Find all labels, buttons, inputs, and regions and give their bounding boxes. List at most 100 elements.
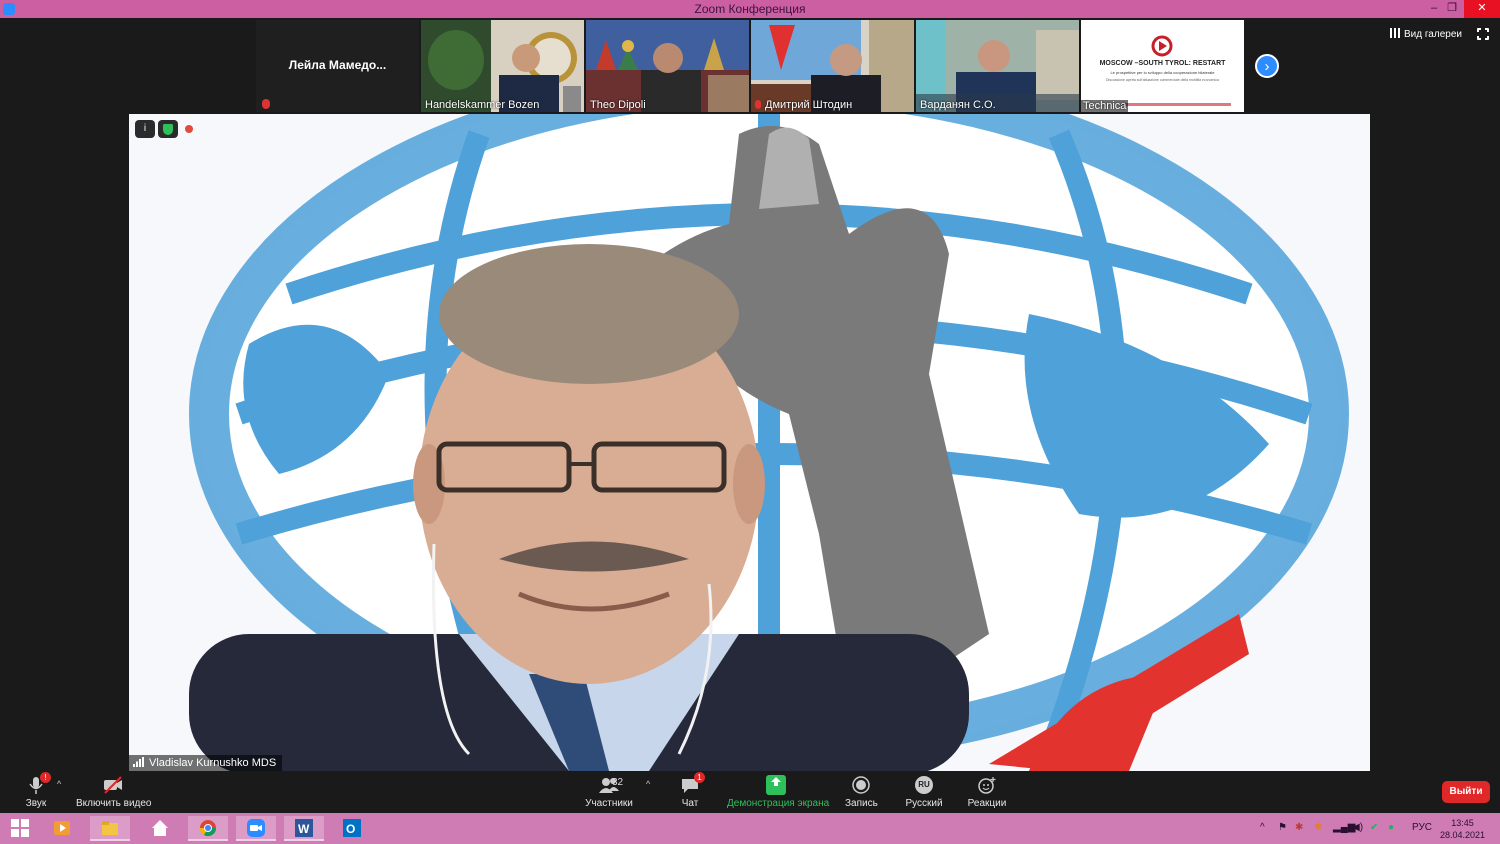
speaker-video-frame <box>189 114 1349 771</box>
share-screen-icon <box>766 775 786 795</box>
clock-time: 13:45 <box>1451 818 1474 828</box>
window-title: Zoom Конференция <box>694 2 806 16</box>
tray-expand-icon[interactable]: ^ <box>1260 822 1265 833</box>
chat-label: Чат <box>681 798 699 809</box>
share-screen-button[interactable]: Демонстрация экрана <box>727 775 829 809</box>
speaker-name-label: Vladislav Kurnushko MDS <box>129 755 283 771</box>
update-icon[interactable]: ✱ <box>1314 822 1322 833</box>
taskbar-home[interactable] <box>140 816 180 841</box>
muted-mic-icon <box>262 99 270 109</box>
taskbar-chrome[interactable] <box>188 816 228 841</box>
participant-name: Technica <box>1081 100 1129 112</box>
gallery-view-label: Вид галереи <box>1404 29 1462 40</box>
shield-icon[interactable] <box>158 120 178 138</box>
record-icon <box>851 775 871 795</box>
participant-tile[interactable]: Варданян С.О. <box>916 20 1079 112</box>
start-button[interactable] <box>0 816 40 841</box>
participants-button[interactable]: 32 Участники <box>585 775 633 809</box>
participant-name: Theo Dipoli <box>590 99 646 111</box>
record-button[interactable]: Запись <box>845 775 878 809</box>
word-icon: W <box>295 819 313 837</box>
home-icon <box>152 820 168 836</box>
audio-button[interactable]: ! Звук <box>22 772 51 809</box>
windows-taskbar: W O ^ ⚑ ✱ ✱ ▂▄▆ ◀) ✔ ● РУС 13:45 28.04.2… <box>0 813 1500 844</box>
participants-label: Участники <box>585 798 633 809</box>
slide-tagline: Discussione aperta sull'attuazione comme… <box>1106 78 1219 82</box>
share-screen-label: Демонстрация экрана <box>727 798 830 809</box>
close-button[interactable]: ✕ <box>1464 0 1500 18</box>
participant-name: Дмитрий Штодин <box>765 99 853 111</box>
fullscreen-icon[interactable] <box>1476 27 1490 41</box>
participants-icon: 32 <box>592 775 626 795</box>
chat-badge: 1 <box>694 772 705 783</box>
folder-icon <box>102 821 118 835</box>
microphone-icon: ! <box>26 772 51 795</box>
taskbar-media-player[interactable] <box>42 816 82 841</box>
security-icon[interactable]: ✔ <box>1370 822 1378 833</box>
zoom-window: Zoom Конференция – ❐ ✕ Лейла Мамедо... H… <box>0 0 1500 844</box>
media-player-icon <box>54 821 70 835</box>
taskbar-outlook[interactable]: O <box>332 816 372 841</box>
next-page-button[interactable]: › <box>1255 54 1279 78</box>
participants-options-caret[interactable]: ^ <box>646 779 650 789</box>
main-speaker-video: i Vladislav Kurnushko MDS <box>129 114 1370 771</box>
slide-title: MOSCOW –SOUTH TYROL: RESTART <box>1099 60 1226 67</box>
record-label: Запись <box>845 798 878 809</box>
language-code: RU <box>918 780 930 789</box>
meeting-toolbar: ! Звук ^ Включить видео 32 Участники ^ 1… <box>0 771 1500 813</box>
clock-date: 28.04.2021 <box>1440 830 1486 840</box>
participant-name-row: Дмитрий Штодин <box>755 99 852 111</box>
signal-strength-icon <box>133 757 145 767</box>
participant-name: Handelskammer Bozen <box>425 99 540 111</box>
flag-icon[interactable]: ⚑ <box>1278 822 1287 833</box>
participant-tile[interactable]: Лейла Мамедо... <box>256 20 419 112</box>
audio-warning-badge: ! <box>40 772 51 783</box>
reactions-label: Реакции <box>967 798 1007 809</box>
input-language-indicator[interactable]: РУС <box>1412 822 1432 833</box>
muted-mic-icon <box>755 100 761 109</box>
participant-tile[interactable]: Theo Dipoli <box>586 20 749 112</box>
reaction-emoji-icon <box>977 775 997 795</box>
participant-strip: Лейла Мамедо... Handelskammer Bozen Theo… <box>0 18 1500 114</box>
outlook-icon: O <box>343 819 361 837</box>
chat-icon: 1 <box>680 772 705 795</box>
svg-text:O: O <box>346 822 355 836</box>
zoom-icon <box>247 819 265 837</box>
recording-indicator-icon <box>185 125 193 133</box>
language-button[interactable]: RU Русский <box>905 775 943 809</box>
participants-count: 32 <box>612 777 624 788</box>
system-clock[interactable]: 13:45 28.04.2021 <box>1440 817 1485 841</box>
audio-label: Звук <box>25 798 47 809</box>
start-video-button[interactable]: Включить видео <box>76 775 152 809</box>
language-label: Русский <box>905 798 943 809</box>
title-bar: Zoom Конференция – ❐ ✕ <box>0 0 1500 18</box>
chevron-right-icon: › <box>1264 58 1270 75</box>
taskbar-word[interactable]: W <box>284 816 324 841</box>
taskbar-file-explorer[interactable] <box>90 816 130 841</box>
windows-logo-icon <box>11 819 29 837</box>
participant-tile[interactable]: Handelskammer Bozen <box>421 20 584 112</box>
restore-button[interactable]: ❐ <box>1437 0 1467 18</box>
meeting-info-icons: i <box>135 120 193 138</box>
volume-icon[interactable]: ◀) <box>1352 822 1363 833</box>
participant-name: Варданян С.О. <box>920 99 996 111</box>
slide-subtitle: Le prospettive per lo sviluppo della coo… <box>1110 70 1215 75</box>
speaker-name: Vladislav Kurnushko MDS <box>149 757 277 769</box>
chrome-icon <box>199 820 217 837</box>
leave-meeting-button[interactable]: Выйти <box>1442 781 1490 803</box>
chat-button[interactable]: 1 Чат <box>678 772 705 809</box>
sync-icon[interactable]: ● <box>1388 822 1394 833</box>
language-icon: RU <box>914 775 934 795</box>
taskbar-zoom[interactable] <box>236 816 276 841</box>
reactions-button[interactable]: Реакции <box>967 775 1007 809</box>
participant-tile[interactable]: Дмитрий Штодин <box>751 20 914 112</box>
svg-text:W: W <box>298 822 310 836</box>
participant-name: Лейла Мамедо... <box>288 58 387 72</box>
video-off-icon <box>103 775 123 795</box>
participant-tile[interactable]: MOSCOW –SOUTH TYROL: RESTART Le prospett… <box>1081 20 1244 112</box>
info-icon[interactable]: i <box>135 120 155 138</box>
video-label: Включить видео <box>76 798 152 809</box>
antivirus-icon[interactable]: ✱ <box>1295 822 1303 833</box>
audio-options-caret[interactable]: ^ <box>57 779 61 789</box>
gallery-view-button[interactable]: Вид галереи <box>1390 28 1462 40</box>
